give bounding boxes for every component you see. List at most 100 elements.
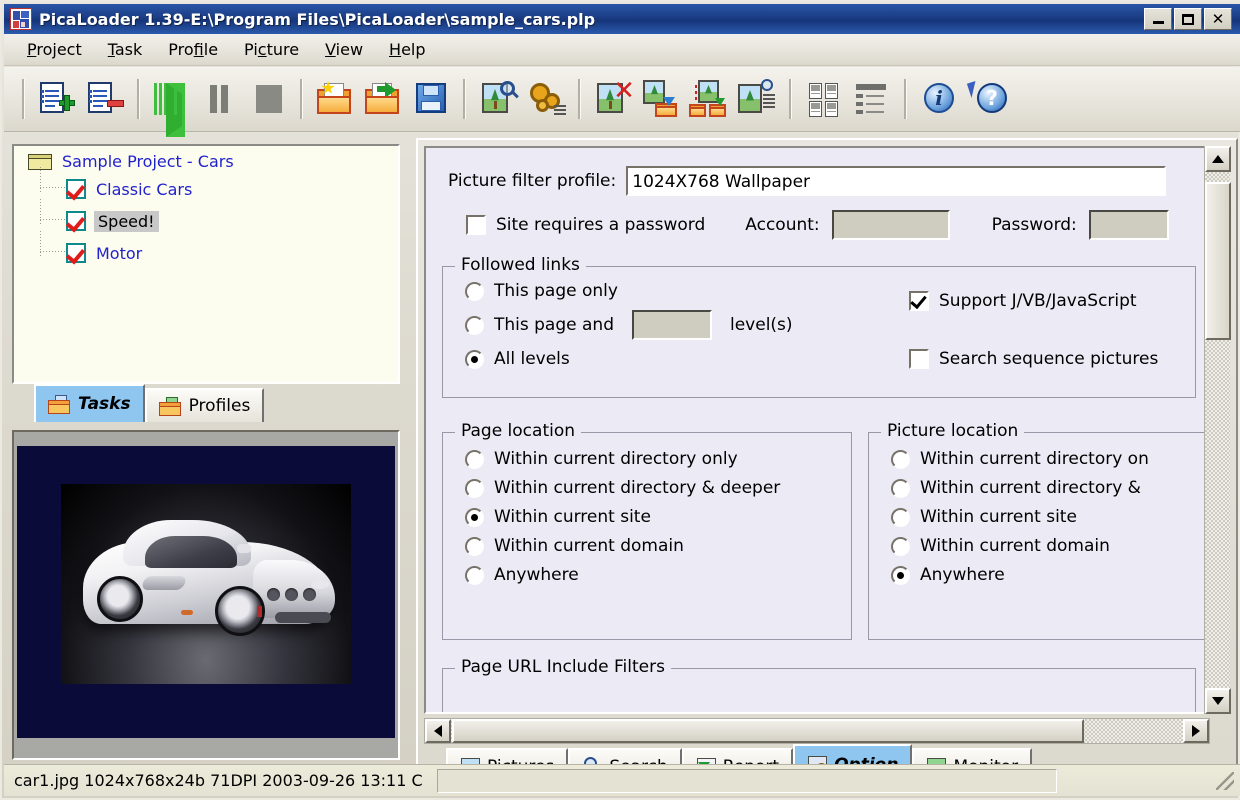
tree-checkbox[interactable] — [66, 179, 86, 199]
menu-profile[interactable]: Profile — [155, 37, 231, 62]
thumbnail-view-button[interactable] — [800, 75, 848, 123]
tree-root-item[interactable]: Sample Project - Cars — [14, 146, 398, 173]
car-blinker — [181, 610, 193, 615]
stop-button[interactable] — [244, 75, 292, 123]
info-button[interactable]: i — [915, 75, 963, 123]
scroll-right-button[interactable] — [1183, 719, 1209, 743]
radio-page-site[interactable] — [465, 508, 484, 527]
followed-links-option-this-page-only[interactable]: This page only — [465, 281, 793, 301]
toolbar-separator — [578, 79, 581, 119]
tree-line — [40, 251, 66, 252]
picture-filter-profile-input[interactable]: 1024X768 Wallpaper — [626, 166, 1166, 196]
tree-item-classic-cars[interactable]: Classic Cars — [14, 173, 398, 205]
resize-grip[interactable] — [1216, 772, 1234, 790]
tree-checkbox[interactable] — [66, 243, 86, 263]
tree-item-label: Motor — [96, 244, 142, 263]
radio-picture-anywhere[interactable] — [891, 566, 910, 585]
page-location-option-anywhere[interactable]: Anywhere — [465, 565, 780, 585]
options-horizontal-scrollbar[interactable] — [424, 718, 1210, 744]
tree-line — [40, 187, 66, 188]
options-vertical-scrollbar[interactable] — [1204, 146, 1230, 714]
help-button[interactable]: ? — [963, 75, 1011, 123]
chevron-right-icon — [1192, 725, 1200, 737]
tree-item-motor[interactable]: Motor — [14, 237, 398, 269]
toolbar: ✕ — [4, 67, 1240, 132]
horizontal-scroll-thumb[interactable] — [452, 719, 1084, 743]
vertical-scroll-thumb[interactable] — [1205, 182, 1231, 340]
page-location-option-dir-deeper[interactable]: Within current directory & deeper — [465, 478, 780, 498]
radio-this-page-only[interactable] — [465, 282, 484, 301]
car-vent — [303, 588, 316, 601]
account-input[interactable] — [832, 210, 950, 240]
close-button[interactable]: ✕ — [1204, 8, 1232, 30]
search-sequence-row[interactable]: Search sequence pictures — [909, 349, 1158, 369]
radio-picture-dir-deeper[interactable] — [891, 479, 910, 498]
radio-all-levels[interactable] — [465, 350, 484, 369]
thumbnail-view-icon — [804, 79, 844, 119]
save-button[interactable] — [407, 75, 455, 123]
picture-properties-button[interactable] — [733, 75, 781, 123]
password-input[interactable] — [1089, 210, 1169, 240]
menu-help[interactable]: Help — [376, 37, 438, 62]
window-title: PicaLoader 1.39-E:\Program Files\PicaLoa… — [39, 10, 595, 29]
menu-picture[interactable]: Picture — [231, 37, 312, 62]
status-secondary-pane — [437, 769, 1057, 793]
page-location-option-dir-only[interactable]: Within current directory only — [465, 449, 780, 469]
tab-tasks[interactable]: Tasks — [34, 384, 145, 422]
support-js-checkbox[interactable] — [909, 291, 929, 311]
tab-profiles[interactable]: Profiles — [145, 388, 265, 422]
save-as-button[interactable] — [359, 75, 407, 123]
status-text: car1.jpg 1024x768x24b 71DPI 2003-09-26 1… — [4, 771, 423, 790]
list-view-button[interactable] — [848, 75, 896, 123]
radio-page-dir-only[interactable] — [465, 450, 484, 469]
tree-line — [40, 199, 41, 225]
car-mirror — [237, 544, 251, 553]
picture-location-option-dir-deeper[interactable]: Within current directory & — [891, 478, 1149, 498]
radio-label: This page only — [494, 281, 618, 301]
radio-picture-site[interactable] — [891, 508, 910, 527]
levels-input[interactable] — [632, 310, 712, 340]
page-location-option-site[interactable]: Within current site — [465, 507, 780, 527]
radio-picture-dir-only[interactable] — [891, 450, 910, 469]
delete-project-button[interactable] — [81, 75, 129, 123]
picture-location-option-anywhere[interactable]: Anywhere — [891, 565, 1149, 585]
tree-item-speed[interactable]: Speed! — [14, 205, 398, 237]
search-pictures-button[interactable] — [474, 75, 522, 123]
copy-pictures-button[interactable] — [637, 75, 685, 123]
picture-location-option-site[interactable]: Within current site — [891, 507, 1149, 527]
menu-project[interactable]: Project — [14, 37, 95, 62]
picture-location-option-dir-only[interactable]: Within current directory on — [891, 449, 1149, 469]
tree-checkbox[interactable] — [66, 211, 86, 231]
maximize-button[interactable] — [1174, 8, 1202, 30]
scroll-left-button[interactable] — [425, 719, 451, 743]
settings-button[interactable] — [522, 75, 570, 123]
followed-links-option-all-levels[interactable]: All levels — [465, 349, 793, 369]
followed-links-option-this-page-and[interactable]: This page and level(s) — [465, 310, 793, 340]
scroll-down-button[interactable] — [1205, 688, 1231, 714]
site-password-checkbox[interactable] — [466, 215, 486, 235]
radio-page-anywhere[interactable] — [465, 566, 484, 585]
menu-task[interactable]: Task — [95, 37, 156, 62]
help-icon: ? — [967, 79, 1007, 119]
delete-picture-button[interactable]: ✕ — [589, 75, 637, 123]
toolbar-separator — [789, 79, 792, 119]
page-location-option-domain[interactable]: Within current domain — [465, 536, 780, 556]
radio-page-domain[interactable] — [465, 537, 484, 556]
picture-preview-pane[interactable] — [12, 430, 400, 760]
minimize-button[interactable] — [1144, 8, 1172, 30]
pause-button[interactable] — [196, 75, 244, 123]
search-sequence-checkbox[interactable] — [909, 349, 929, 369]
radio-page-dir-deeper[interactable] — [465, 479, 484, 498]
scroll-up-button[interactable] — [1205, 146, 1231, 172]
support-js-row[interactable]: Support J/VB/JavaScript — [909, 291, 1158, 311]
radio-this-page-and[interactable] — [465, 316, 484, 335]
menu-view[interactable]: View — [312, 37, 376, 62]
open-project-button[interactable] — [311, 75, 359, 123]
project-tree[interactable]: Sample Project - Cars Classic Cars Speed… — [12, 144, 400, 384]
radio-picture-domain[interactable] — [891, 537, 910, 556]
new-project-button[interactable] — [33, 75, 81, 123]
picture-location-option-domain[interactable]: Within current domain — [891, 536, 1149, 556]
start-button[interactable] — [148, 75, 196, 123]
folder-icon — [28, 152, 54, 171]
move-pictures-button[interactable] — [685, 75, 733, 123]
